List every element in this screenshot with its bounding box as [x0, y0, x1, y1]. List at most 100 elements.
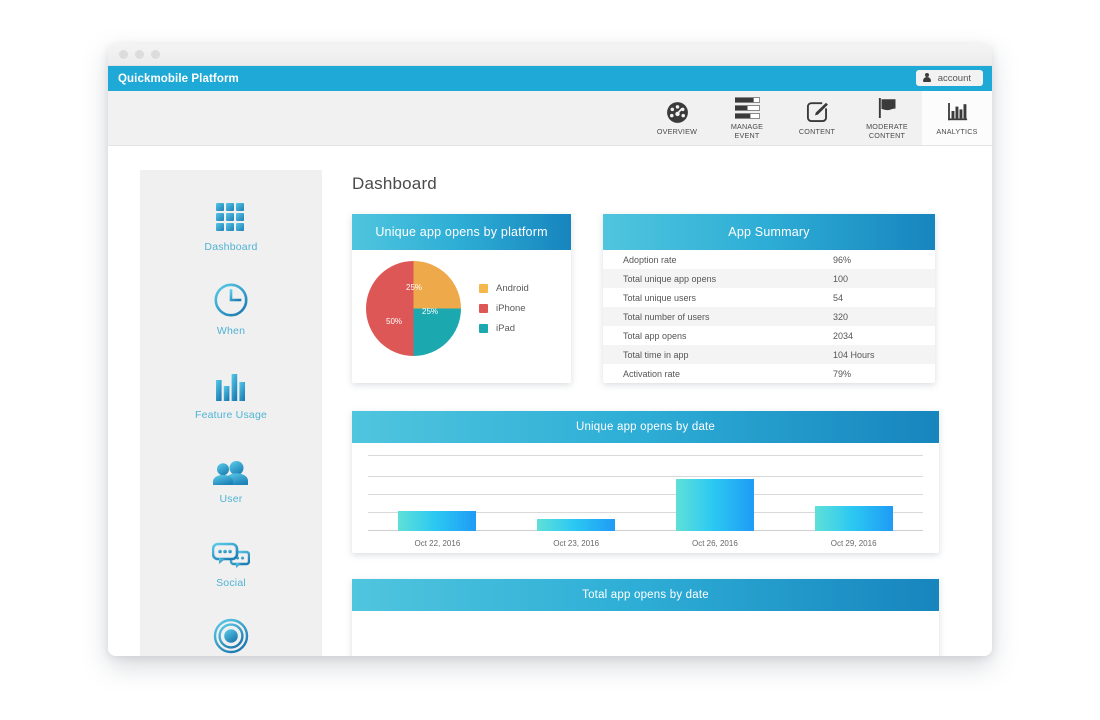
- x-tick-label: Oct 22, 2016: [414, 539, 461, 548]
- summary-key: Total time in app: [623, 349, 689, 360]
- pencil-square-icon: [805, 100, 830, 125]
- sidebar-label-feature-usage: Feature Usage: [194, 409, 268, 421]
- nav-item-manage-event[interactable]: MANAGE EVENT: [712, 91, 782, 145]
- card-app-summary: App Summary Adoption rate 96% Total uniq…: [603, 214, 935, 383]
- grid-icon: [215, 198, 247, 234]
- maximize-dot[interactable]: [151, 50, 160, 59]
- account-button[interactable]: account: [915, 70, 983, 86]
- nav-label-moderate-content: MODERATE CONTENT: [866, 122, 908, 140]
- bar-series: [368, 449, 923, 531]
- card-total-app-opens-by-date: Total app opens by date: [352, 579, 939, 656]
- summary-key: Total unique app opens: [623, 273, 717, 284]
- summary-value: 2034: [833, 330, 854, 341]
- pie-legend: Android iPhone iPad: [479, 283, 529, 334]
- bar-chart-icon: [215, 366, 247, 402]
- legend-item-android: Android: [479, 283, 529, 294]
- pie-label-iphone: 50%: [386, 316, 403, 326]
- legend-label-android: Android: [496, 282, 529, 294]
- nav-label-analytics: ANALYTICS: [936, 126, 978, 136]
- pie-label-ipad: 25%: [422, 306, 439, 316]
- window-chrome-bar: [108, 44, 992, 66]
- summary-value: 100: [833, 273, 849, 284]
- bar-chart-icon: [945, 100, 970, 125]
- chat-bubbles-icon: [212, 534, 250, 570]
- sidebar-label-user: User: [219, 493, 243, 505]
- table-row: Total app opens 2034: [603, 326, 935, 345]
- sidebar-item-social[interactable]: Social: [140, 534, 322, 589]
- speedometer-icon: [665, 100, 690, 125]
- close-dot[interactable]: [119, 50, 128, 59]
- x-axis-labels: Oct 22, 2016 Oct 23, 2016 Oct 26, 2016 O…: [368, 539, 923, 548]
- list-bars-icon: [734, 95, 760, 120]
- sidebar-item-when[interactable]: When: [140, 282, 322, 337]
- flag-icon: [875, 95, 900, 120]
- nav-item-moderate-content[interactable]: MODERATE CONTENT: [852, 91, 922, 145]
- nav-item-overview[interactable]: OVERVIEW: [642, 91, 712, 145]
- card-title: App Summary: [603, 214, 935, 250]
- nav-item-analytics[interactable]: ANALYTICS: [922, 91, 992, 145]
- page-title: Dashboard: [352, 174, 437, 193]
- nav-item-content[interactable]: CONTENT: [782, 91, 852, 145]
- pie-label-android: 25%: [406, 282, 423, 292]
- summary-key: Total app opens: [623, 330, 687, 341]
- account-label: account: [937, 72, 971, 84]
- pie-chart: 25% 25% 50%: [366, 260, 461, 356]
- summary-key: Total unique users: [623, 292, 697, 303]
- card-title: Total app opens by date: [352, 579, 939, 611]
- sidebar-item-user[interactable]: User: [140, 450, 322, 505]
- sidebar-label-dashboard: Dashboard: [204, 241, 258, 253]
- app-summary-table: Adoption rate 96% Total unique app opens…: [603, 250, 935, 383]
- sidebar-label-social: Social: [216, 577, 246, 589]
- bar-chart-unique-by-date: Oct 22, 2016 Oct 23, 2016 Oct 26, 2016 O…: [352, 443, 939, 553]
- summary-key: Adoption rate: [623, 254, 677, 265]
- summary-key: Activation rate: [623, 368, 681, 379]
- sidebar-item-feature-usage[interactable]: Feature Usage: [140, 366, 322, 421]
- app-body: Dashboard When Feature Usage User Social…: [108, 146, 992, 656]
- top-cards-row: Unique app opens by platform 25% 25% 50%…: [352, 214, 992, 383]
- sidebar-label-when: When: [216, 325, 246, 337]
- bar-column: [784, 449, 923, 531]
- users-icon: [213, 450, 249, 486]
- sidebar-item-dashboard[interactable]: Dashboard: [140, 198, 322, 253]
- top-navigation: OVERVIEW MANAGE EVENT CONTENT MODERATE C…: [108, 91, 992, 146]
- summary-value: 104 Hours: [833, 349, 875, 360]
- summary-key: Total number of users: [623, 311, 710, 322]
- minimize-dot[interactable]: [135, 50, 144, 59]
- summary-value: 54: [833, 292, 844, 303]
- table-row: Total number of users 320: [603, 307, 935, 326]
- table-row: Total unique app opens 100: [603, 269, 935, 288]
- bar-oct-22[interactable]: [398, 511, 477, 531]
- chart-body-empty: [352, 611, 939, 656]
- card-unique-app-opens-by-platform: Unique app opens by platform 25% 25% 50%…: [352, 214, 571, 383]
- sidebar-item-advertising[interactable]: Advertising: [140, 618, 322, 656]
- table-row: Total unique users 54: [603, 288, 935, 307]
- main-content: Dashboard Unique app opens by platform 2…: [322, 146, 992, 656]
- bar-oct-29[interactable]: [814, 506, 893, 531]
- bar-oct-26[interactable]: [675, 479, 754, 531]
- card-title: Unique app opens by date: [352, 411, 939, 443]
- x-tick-label: Oct 23, 2016: [553, 539, 600, 548]
- nav-label-overview: OVERVIEW: [656, 126, 698, 136]
- table-row: Adoption rate 96%: [603, 250, 935, 269]
- legend-label-ipad: iPad: [496, 322, 516, 334]
- x-tick-label: Oct 29, 2016: [830, 539, 877, 548]
- table-row: Activation rate 79%: [603, 364, 935, 383]
- card-title: Unique app opens by platform: [352, 214, 571, 250]
- nav-label-manage-event: MANAGE EVENT: [730, 122, 764, 140]
- legend-label-iphone: iPhone: [496, 302, 526, 314]
- table-row: Total time in app 104 Hours: [603, 345, 935, 364]
- sidebar: Dashboard When Feature Usage User Social: [140, 170, 322, 656]
- person-icon: [922, 73, 931, 83]
- nav-label-content: CONTENT: [798, 126, 836, 136]
- bar-oct-23[interactable]: [537, 519, 616, 531]
- bar-column: [368, 449, 507, 531]
- target-rings-icon: [213, 618, 249, 654]
- clock-icon: [213, 282, 249, 318]
- bar-column: [646, 449, 785, 531]
- card-unique-app-opens-by-date: Unique app opens by date Oct 22, 2016 Oc…: [352, 411, 939, 553]
- legend-swatch-android: [479, 283, 488, 293]
- legend-item-iphone: iPhone: [479, 303, 529, 314]
- app-title-bar: Quickmobile Platform account: [108, 66, 992, 91]
- x-tick-label: Oct 26, 2016: [691, 539, 738, 548]
- legend-swatch-iphone: [479, 303, 488, 313]
